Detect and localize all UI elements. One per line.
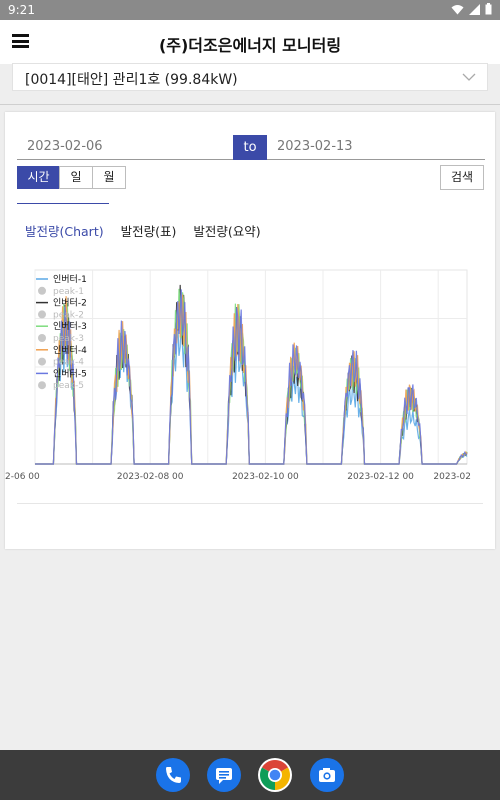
- app-bar: (주)더조은에너지 모니터링: [0, 20, 500, 64]
- legend-marker: [38, 357, 46, 366]
- tab-bar: 발전량(Chart) 발전량(표) 발전량(요약): [25, 221, 261, 240]
- legend-label: 인버터-4: [53, 345, 87, 356]
- period-selector: 시간 일 월: [17, 166, 126, 189]
- signal-icon: [469, 3, 480, 15]
- wifi-icon: [451, 4, 464, 14]
- header-divider: [0, 104, 500, 105]
- chart-card: 2023-02-06 to 2023-02-13 시간 일 월 검색 발전량(C…: [5, 112, 495, 549]
- x-tick-label: 2023-02: [433, 472, 471, 482]
- chrome-icon[interactable]: [258, 758, 292, 792]
- app-title: (주)더조은에너지 모니터링: [158, 36, 342, 55]
- period-hour-button[interactable]: 시간: [17, 166, 60, 189]
- x-tick-label: 2023-02-08 00: [117, 472, 184, 482]
- period-month-button[interactable]: 월: [92, 166, 126, 189]
- period-day-button[interactable]: 일: [59, 166, 93, 189]
- card-divider: [17, 503, 483, 504]
- tab-summary[interactable]: 발전량(요약): [193, 221, 260, 240]
- camera-icon[interactable]: [310, 758, 344, 792]
- series-line: [35, 311, 468, 465]
- legend-label: 인버터-2: [53, 298, 87, 309]
- legend-label: 인버터-1: [53, 274, 87, 285]
- generation-chart-svg: 2-06 00 2023-02-08 00 2023-02-10 00 2023-02…: [5, 269, 471, 482]
- phone-icon[interactable]: [156, 758, 190, 792]
- status-time: 9:21: [8, 3, 35, 17]
- legend-label: peak-3: [53, 334, 84, 344]
- start-date-input[interactable]: 2023-02-06: [17, 136, 233, 160]
- legend-label: peak-1: [53, 287, 84, 297]
- status-icons: [451, 3, 492, 15]
- to-label: to: [233, 135, 267, 160]
- legend-label: peak-2: [53, 310, 84, 320]
- tab-chart[interactable]: 발전량(Chart): [25, 221, 104, 240]
- status-bar: 9:21: [0, 0, 500, 20]
- search-button[interactable]: 검색: [440, 165, 484, 190]
- tab-table[interactable]: 발전량(표): [121, 221, 177, 240]
- legend-marker: [38, 334, 46, 342]
- end-date-input[interactable]: 2023-02-13: [267, 136, 485, 160]
- legend-marker: [38, 310, 46, 319]
- plant-dropdown[interactable]: [0014][태안] 관리1호 (99.84kW): [12, 63, 488, 91]
- messages-icon[interactable]: [207, 758, 241, 792]
- legend-label: peak-5: [53, 381, 84, 391]
- chevron-down-icon: [462, 73, 476, 81]
- legend-label: 인버터-3: [53, 321, 87, 332]
- system-nav-bar: [0, 750, 500, 800]
- x-tick-label: 2023-02-10 00: [232, 472, 299, 482]
- legend-label: 인버터-5: [53, 368, 87, 379]
- battery-icon: [485, 3, 492, 15]
- tab-indicator: [17, 203, 109, 204]
- generation-chart: 2-06 00 2023-02-08 00 2023-02-10 00 2023-02…: [5, 260, 495, 495]
- x-tick-label: 2-06 00: [5, 472, 40, 482]
- legend-marker: [38, 286, 46, 295]
- legend-label: peak-4: [53, 358, 84, 368]
- plant-dropdown-value: [0014][태안] 관리1호 (99.84kW): [25, 72, 238, 88]
- legend-marker: [38, 381, 46, 390]
- x-tick-label: 2023-02-12 00: [347, 472, 414, 482]
